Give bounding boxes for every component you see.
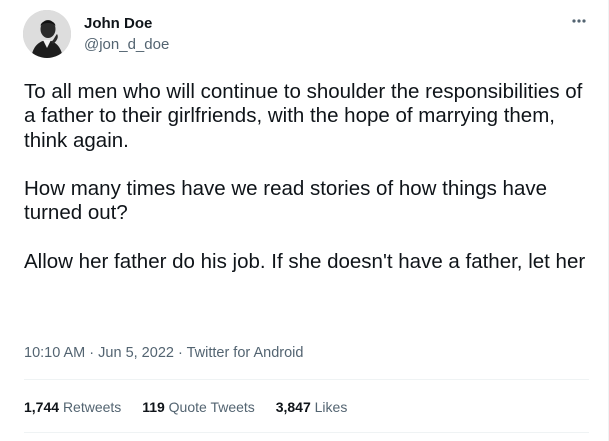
retweets-count: 1,744 (24, 399, 60, 415)
quote-tweets-label: Quote Tweets (168, 399, 255, 415)
tweet-date: Jun 5, 2022 (98, 345, 174, 361)
tweet-timestamp-link[interactable]: 10:10 AM · Jun 5, 2022 (24, 345, 174, 361)
retweets-stat[interactable]: 1,744 Retweets (24, 399, 121, 415)
likes-count: 3,847 (275, 399, 311, 415)
tweet-source-link[interactable]: Twitter for Android (187, 345, 304, 361)
quote-tweets-stat[interactable]: 119 Quote Tweets (142, 399, 255, 415)
author-handle[interactable]: @jon_d_doe (84, 36, 169, 54)
meta-separator: · (85, 345, 99, 361)
divider (24, 379, 589, 380)
tweet-card: John Doe @jon_d_doe To all men who will … (0, 0, 609, 441)
tweet-paragraph: How many times have we read stories of h… (24, 177, 548, 225)
tweet-paragraph: Allow her father do his job. If she does… (24, 250, 586, 274)
retweets-label: Retweets (62, 399, 122, 415)
tweet-meta: 10:10 AM · Jun 5, 2022 · Twitter for And… (24, 344, 303, 362)
avatar[interactable] (23, 10, 71, 58)
quote-tweets-count: 119 (142, 399, 165, 415)
tweet-text: To all men who will continue to shoulder… (24, 80, 594, 274)
meta-separator: · (173, 345, 187, 361)
tweet-time: 10:10 AM (24, 345, 86, 361)
tweet-paragraph: To all men who will continue to shoulder… (24, 80, 583, 152)
likes-stat[interactable]: 3,847 Likes (276, 399, 348, 415)
author-name[interactable]: John Doe (84, 15, 152, 33)
engagement-stats: 1,744 Retweets 119 Quote Tweets 3,847 Li… (24, 398, 364, 416)
likes-label: Likes (314, 399, 348, 415)
divider (24, 432, 589, 433)
more-horizontal-icon[interactable] (568, 12, 590, 30)
user-avatar-photo-icon (23, 10, 71, 58)
